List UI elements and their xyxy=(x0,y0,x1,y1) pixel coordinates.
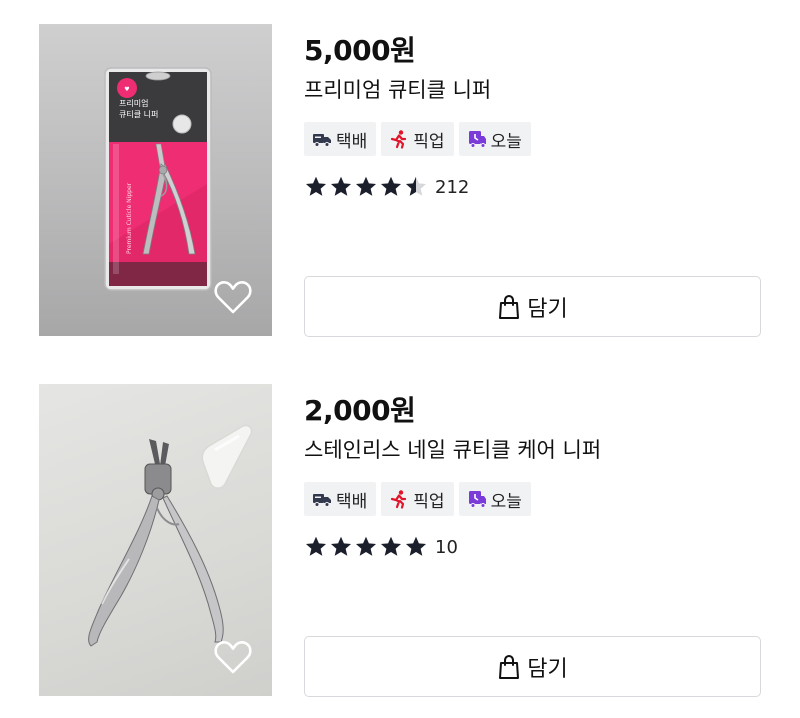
badge-today: 오늘 xyxy=(458,482,531,516)
svg-text:♥: ♥ xyxy=(124,86,129,93)
product-image[interactable] xyxy=(39,384,272,696)
product-card[interactable]: ♥ 프리미엄 큐티클 니퍼 Premium Cuticle Nipper 5,0… xyxy=(0,24,800,344)
delivery-truck-icon xyxy=(312,489,332,509)
delivery-truck-icon xyxy=(312,129,332,149)
product-card[interactable]: 2,000원 스테인리스 네일 큐티클 케어 니퍼 택배 픽업 오늘 10 담기 xyxy=(0,384,800,704)
product-name[interactable]: 프리미엄 큐티클 니퍼 xyxy=(304,74,491,104)
pickup-runner-icon xyxy=(389,129,409,149)
star-filled-icon xyxy=(354,175,378,199)
shopping-bag-icon xyxy=(497,294,521,320)
heart-icon xyxy=(214,281,252,314)
shopping-bag-icon xyxy=(497,654,521,680)
badge-label: 픽업 xyxy=(413,131,445,152)
pickup-runner-icon xyxy=(389,489,409,509)
product-rating: 212 xyxy=(304,175,469,199)
star-filled-icon xyxy=(354,535,378,559)
today-delivery-icon xyxy=(467,129,487,149)
star-filled-icon xyxy=(329,535,353,559)
package-title-line2: 큐티클 니퍼 xyxy=(119,109,158,119)
today-delivery-icon xyxy=(467,489,487,509)
add-to-cart-label: 담기 xyxy=(527,656,568,682)
badge-pickup: 픽업 xyxy=(381,122,454,156)
star-filled-icon xyxy=(329,175,353,199)
delivery-badges: 택배 픽업 오늘 xyxy=(304,482,531,516)
heart-icon xyxy=(214,641,252,674)
review-count: 212 xyxy=(435,176,470,198)
product-image[interactable]: ♥ 프리미엄 큐티클 니퍼 Premium Cuticle Nipper xyxy=(39,24,272,336)
add-to-cart-button[interactable]: 담기 xyxy=(304,636,761,697)
badge-delivery: 택배 xyxy=(304,122,377,156)
product-price: 5,000원 xyxy=(304,34,416,67)
add-to-cart-button[interactable]: 담기 xyxy=(304,276,761,337)
badge-label: 오늘 xyxy=(490,491,522,512)
rating-stars xyxy=(304,175,428,199)
badge-label: 오늘 xyxy=(490,131,522,152)
product-name[interactable]: 스테인리스 네일 큐티클 케어 니퍼 xyxy=(304,434,601,464)
package-title-line1: 프리미엄 xyxy=(119,98,148,108)
badge-label: 택배 xyxy=(336,491,368,512)
badge-delivery: 택배 xyxy=(304,482,377,516)
review-count: 10 xyxy=(435,536,458,558)
add-to-cart-label: 담기 xyxy=(527,296,568,322)
wishlist-heart-button[interactable] xyxy=(213,279,253,315)
rating-stars xyxy=(304,535,428,559)
star-filled-icon xyxy=(379,175,403,199)
star-filled-icon xyxy=(379,535,403,559)
star-filled-icon xyxy=(404,535,428,559)
wishlist-heart-button[interactable] xyxy=(213,639,253,675)
star-filled-icon xyxy=(304,175,328,199)
badge-label: 픽업 xyxy=(413,491,445,512)
delivery-badges: 택배 픽업 오늘 xyxy=(304,122,531,156)
product-rating: 10 xyxy=(304,535,458,559)
package-side-text: Premium Cuticle Nipper xyxy=(126,182,133,254)
star-filled-icon xyxy=(304,535,328,559)
star-half-icon xyxy=(404,175,428,199)
badge-label: 택배 xyxy=(336,131,368,152)
badge-today: 오늘 xyxy=(458,122,531,156)
product-price: 2,000원 xyxy=(304,394,416,427)
badge-pickup: 픽업 xyxy=(381,482,454,516)
